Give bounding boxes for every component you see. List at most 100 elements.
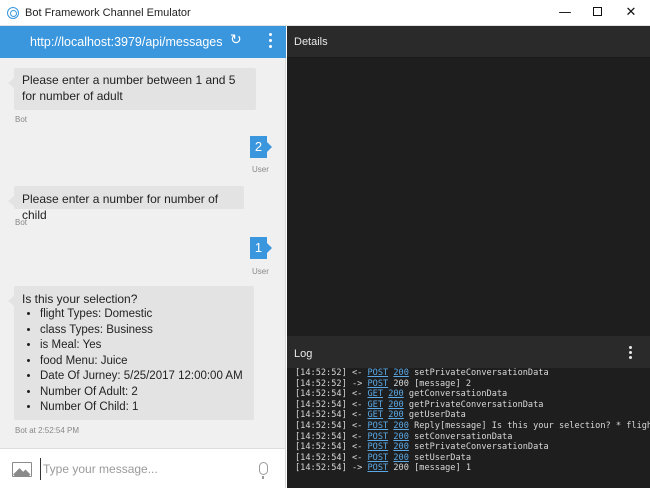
log-direction: ->	[351, 378, 363, 389]
refresh-icon[interactable]: ↻	[230, 32, 246, 50]
log-status[interactable]: 200	[393, 421, 409, 431]
message-timestamp: Bot at 2:52:54 PM	[15, 426, 80, 435]
log-entry: [14:52:54] <- GET 200 getUserData	[295, 410, 650, 421]
log-status[interactable]: 200	[393, 442, 409, 452]
log-status[interactable]: 200	[393, 432, 409, 442]
log-status[interactable]: 200	[388, 389, 404, 399]
log-title: Log	[294, 348, 313, 360]
window-title-bar: Bot Framework Channel Emulator — ✕	[0, 0, 650, 26]
log-text: setPrivateConversationData	[414, 442, 549, 453]
summary-heading: Is this your selection?	[22, 292, 138, 306]
log-verb-link[interactable]: POST	[367, 453, 388, 463]
log-header: Log	[287, 336, 650, 368]
bot-selection-summary: Is this your selection? flight Types: Do…	[8, 286, 254, 420]
list-item: food Menu: Juice	[40, 354, 246, 370]
log-status[interactable]: 200	[393, 368, 409, 378]
log-entry: [14:52:54] <- GET 200 getConversationDat…	[295, 389, 650, 400]
endpoint-url[interactable]: http://localhost:3979/api/messages	[30, 35, 222, 49]
log-entry: [14:52:52] <- POST 200 setPrivateConvers…	[295, 368, 650, 379]
list-item: is Meal: Yes	[40, 338, 246, 354]
log-direction: ->	[351, 463, 363, 474]
list-item: class Types: Business	[40, 323, 246, 339]
log-verb-link[interactable]: POST	[367, 463, 388, 473]
log-menu-icon[interactable]	[627, 346, 633, 362]
log-time: [14:52:54]	[295, 442, 347, 453]
log-text: setPrivateConversationData	[414, 368, 549, 378]
message-sender: Bot	[15, 218, 28, 227]
log-status[interactable]: 200	[393, 453, 409, 463]
log-text: setUserData	[414, 452, 472, 463]
log-direction: <-	[351, 399, 363, 410]
log-panel[interactable]: [14:52:52] <- POST 200 setPrivateConvers…	[287, 368, 650, 488]
log-verb-link[interactable]: POST	[367, 368, 388, 378]
microphone-icon[interactable]	[259, 462, 268, 479]
minimize-button[interactable]: —	[548, 0, 582, 26]
maximize-icon	[592, 7, 602, 16]
log-verb-link[interactable]: POST	[367, 432, 388, 442]
log-time: [14:52:54]	[295, 463, 347, 474]
maximize-button[interactable]	[580, 0, 614, 26]
chat-header: http://localhost:3979/api/messages ↻	[0, 26, 286, 58]
log-time: [14:52:54]	[295, 389, 347, 400]
summary-list: flight Types: Domestic class Types: Busi…	[40, 307, 246, 416]
log-entry: [14:52:54] <- GET 200 getPrivateConversa…	[295, 400, 650, 411]
list-item: Date Of Jurney: 5/25/2017 12:00:00 AM	[40, 369, 246, 385]
log-time: [14:52:52]	[295, 378, 347, 389]
log-entry: [14:52:54] <- POST 200 setPrivateConvers…	[295, 442, 650, 453]
log-text: [message] 2	[414, 378, 472, 389]
log-status[interactable]: 200	[388, 410, 404, 420]
message-sender: User	[252, 165, 269, 174]
log-direction: <-	[351, 389, 363, 400]
log-time: [14:52:54]	[295, 452, 347, 463]
log-time: [14:52:54]	[295, 410, 347, 421]
log-verb-link[interactable]: POST	[367, 442, 388, 452]
log-time: [14:52:54]	[295, 399, 347, 410]
log-verb-link[interactable]: POST	[367, 379, 388, 389]
log-status[interactable]: 200	[388, 400, 404, 410]
user-message: 1	[250, 237, 272, 259]
list-item: Number Of Child: 1	[40, 400, 246, 416]
message-sender: Bot	[15, 115, 28, 124]
user-message: 2	[250, 136, 272, 158]
log-text: getUserData	[408, 410, 466, 421]
list-item: flight Types: Domestic	[40, 307, 246, 323]
log-verb-link[interactable]: GET	[367, 410, 383, 420]
log-entry: [14:52:54] <- POST 200 setUserData	[295, 453, 650, 464]
log-direction: <-	[351, 410, 363, 421]
log-entry: [14:52:54] -> POST 200 [message] 1	[295, 463, 650, 474]
log-text: getConversationData	[408, 389, 508, 400]
log-text: [message] 1	[414, 463, 472, 474]
details-header: Details	[287, 26, 650, 58]
close-button[interactable]: ✕	[614, 0, 648, 26]
log-text: setConversationData	[414, 431, 513, 442]
log-verb-link[interactable]: GET	[367, 389, 383, 399]
log-verb-link[interactable]: GET	[367, 400, 383, 410]
log-text: Reply[message] Is this your selection? *…	[414, 420, 650, 431]
log-direction: <-	[351, 442, 363, 453]
log-entry: [14:52:52] -> POST 200 [message] 2	[295, 379, 650, 390]
image-upload-icon[interactable]	[12, 462, 32, 477]
bot-message: Please enter a number between 1 and 5 fo…	[8, 68, 256, 110]
log-direction: <-	[351, 368, 363, 378]
chat-transcript[interactable]: Please enter a number between 1 and 5 fo…	[0, 58, 286, 448]
log-entry: [14:52:54] <- POST 200 Reply[message] Is…	[295, 421, 650, 432]
details-title: Details	[294, 36, 328, 48]
log-verb-link[interactable]: POST	[367, 421, 388, 431]
log-time: [14:52:54]	[295, 431, 347, 442]
bot-message: Please enter a number for number of chil…	[8, 186, 244, 222]
log-direction: <-	[351, 431, 363, 442]
log-direction: <-	[351, 420, 363, 431]
log-time: [14:52:52]	[295, 368, 347, 378]
list-item: Number Of Adult: 2	[40, 385, 246, 401]
message-composer	[0, 448, 286, 488]
message-sender: User	[252, 267, 269, 276]
window-title: Bot Framework Channel Emulator	[25, 7, 191, 19]
log-time: [14:52:54]	[295, 420, 347, 431]
message-input[interactable]	[40, 458, 242, 480]
log-direction: <-	[351, 452, 363, 463]
log-status: 200	[393, 378, 409, 389]
chat-menu-icon[interactable]	[266, 33, 274, 51]
details-panel	[287, 58, 650, 336]
log-entry: [14:52:54] <- POST 200 setConversationDa…	[295, 432, 650, 443]
app-logo-icon	[7, 7, 19, 19]
